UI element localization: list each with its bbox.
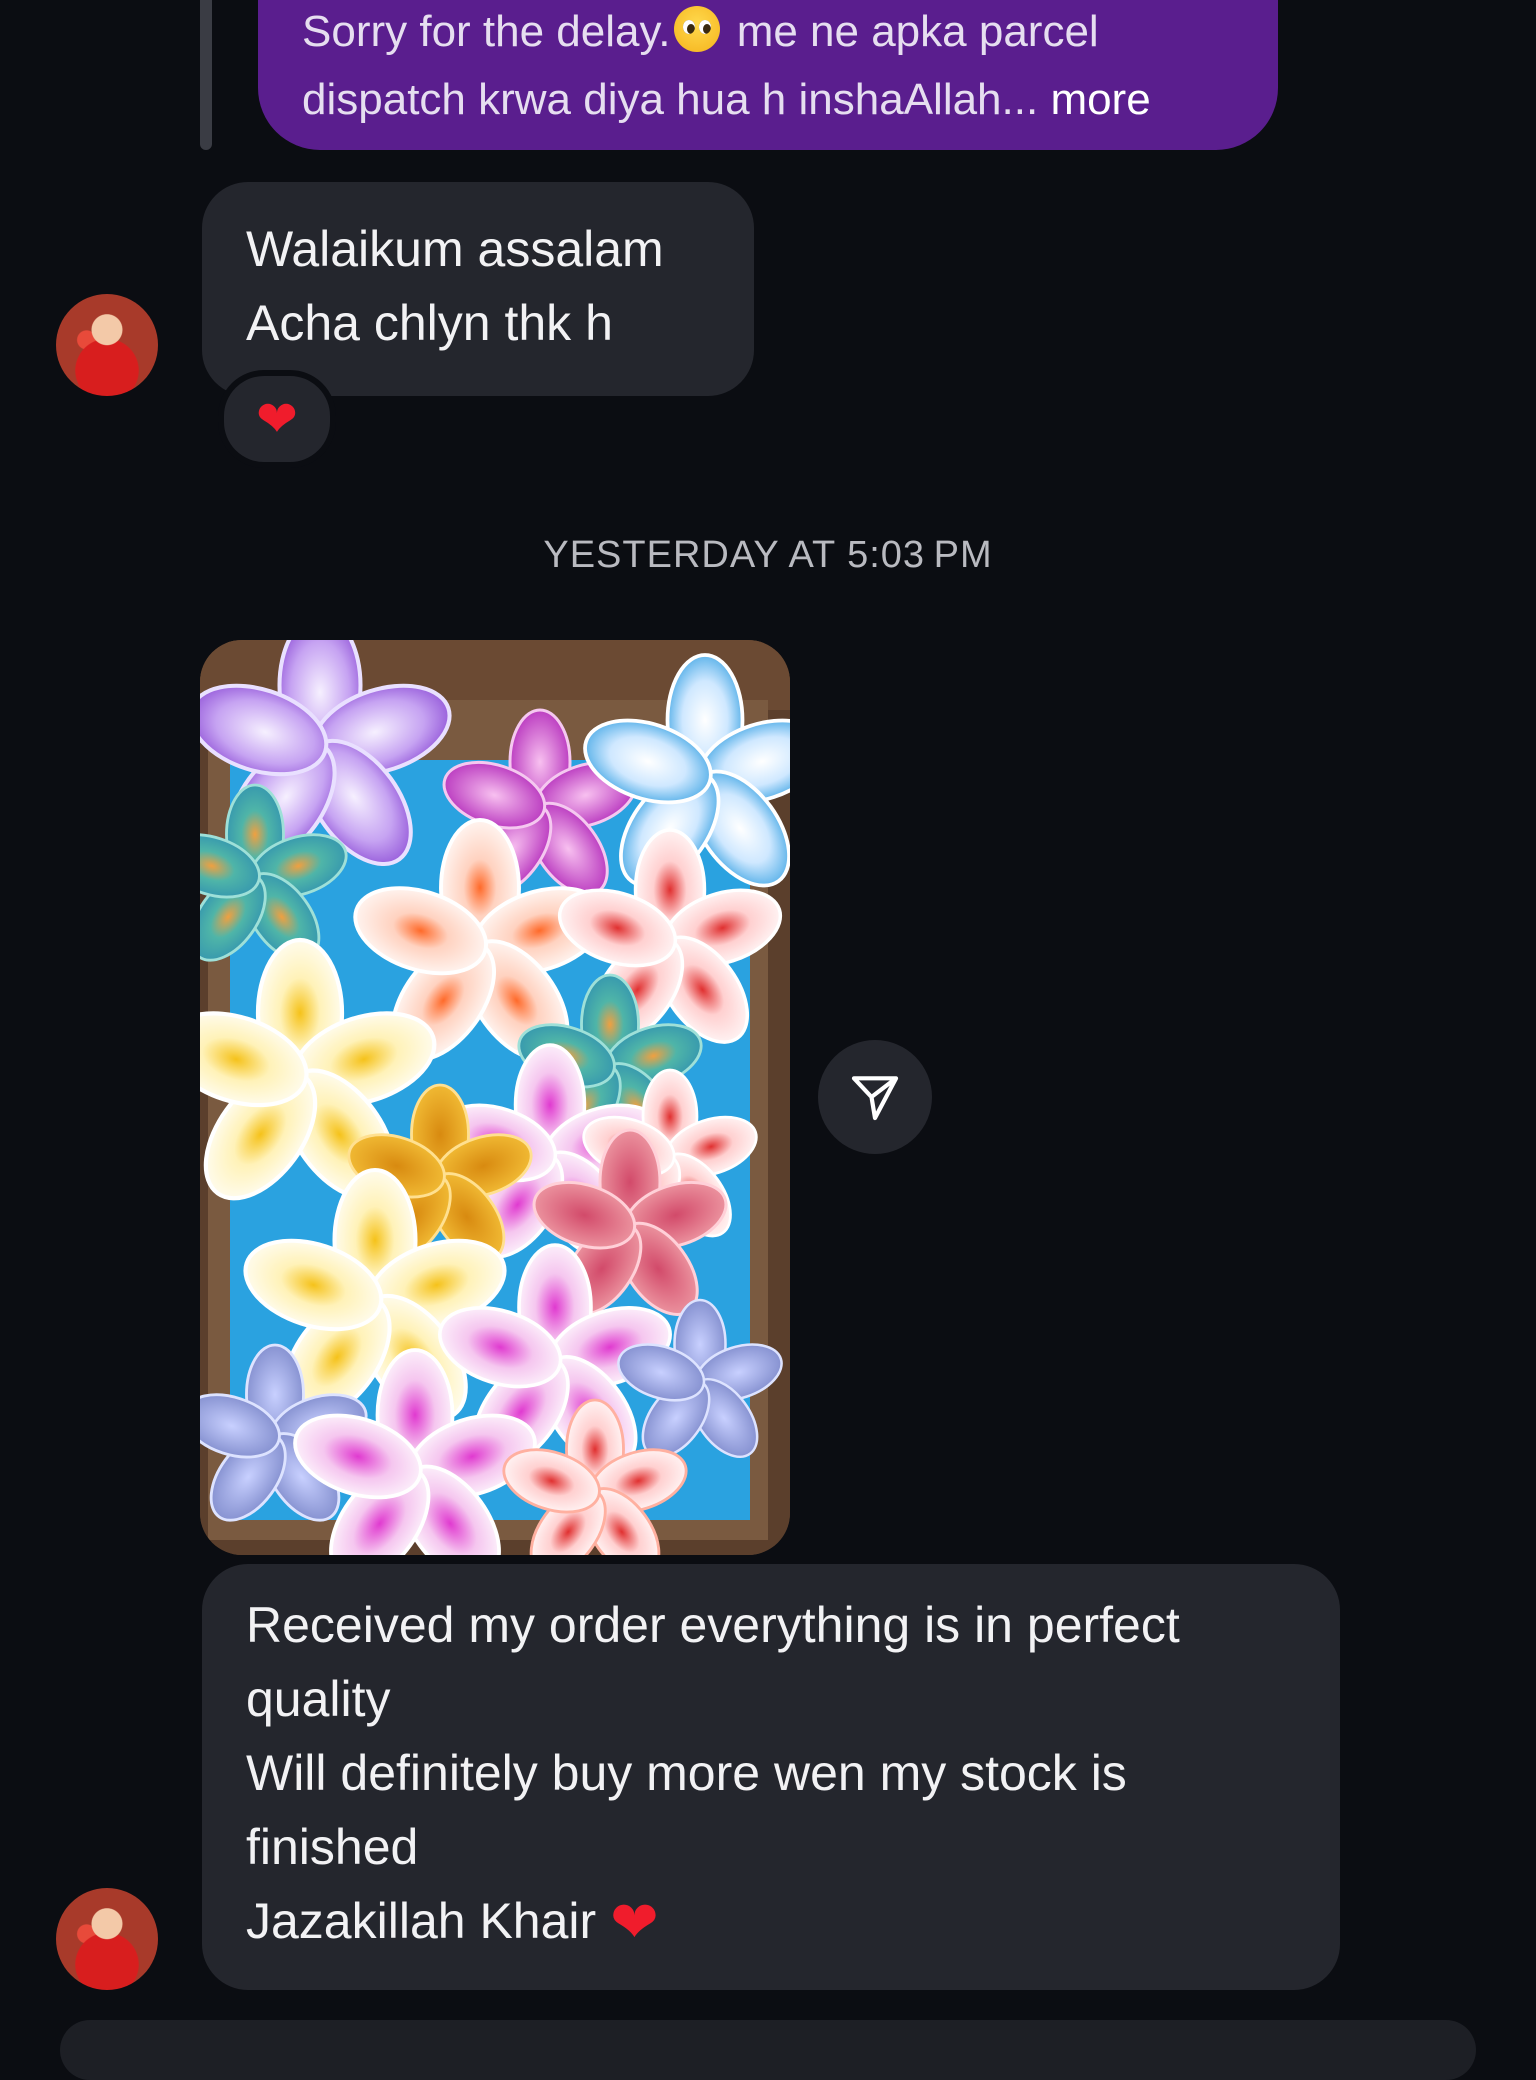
sent-message-line-2: dispatch krwa diya hua h inshaAllah... m… xyxy=(302,66,1234,134)
received-message-bubble[interactable]: Walaikum assalam Acha chlyn thk h xyxy=(202,182,754,396)
received-message-bubble[interactable]: Received my order everything is in perfe… xyxy=(202,1564,1340,1990)
sent-message-text-b: me ne apka parcel xyxy=(724,7,1099,56)
message-line: Received my order everything is in perfe… xyxy=(246,1597,1180,1653)
reply-thread-line xyxy=(200,0,212,150)
shared-photo[interactable] xyxy=(200,640,790,1555)
sent-message-text-a: Sorry for the delay. xyxy=(302,7,671,56)
sent-message-text-c: dispatch krwa diya hua h inshaAllah... xyxy=(302,75,1051,124)
red-heart-emoji-icon: ❤ xyxy=(256,390,298,448)
message-line: Jazakillah Khair ❤ xyxy=(246,1884,1296,1958)
pleading-face-emoji-icon xyxy=(674,6,721,52)
message-line: Will definitely buy more wen my stock is xyxy=(246,1745,1127,1801)
message-line: finished xyxy=(246,1819,419,1875)
contact-avatar[interactable] xyxy=(56,1888,158,1990)
see-more-link[interactable]: more xyxy=(1050,75,1150,124)
message-line: Walaikum assalam xyxy=(246,221,664,277)
message-composer[interactable] xyxy=(60,2020,1476,2080)
hair-clips-photo xyxy=(200,640,790,1555)
sent-message-line-1: Sorry for the delay. me ne apka parcel xyxy=(302,0,1234,66)
message-line: Acha chlyn thk h xyxy=(246,295,613,351)
message-text: Jazakillah Khair xyxy=(246,1893,611,1949)
red-heart-emoji-icon: ❤ xyxy=(610,1888,659,1956)
share-button[interactable] xyxy=(818,1040,932,1154)
message-timestamp: YESTERDAY AT 5:03 PM xyxy=(543,534,993,576)
send-paper-plane-icon xyxy=(851,1076,899,1121)
contact-avatar[interactable] xyxy=(56,294,158,396)
heart-reaction[interactable]: ❤ xyxy=(218,370,336,468)
message-line: quality xyxy=(246,1671,391,1727)
sent-message-bubble[interactable]: Sorry for the delay. me ne apka parcel d… xyxy=(258,0,1278,150)
